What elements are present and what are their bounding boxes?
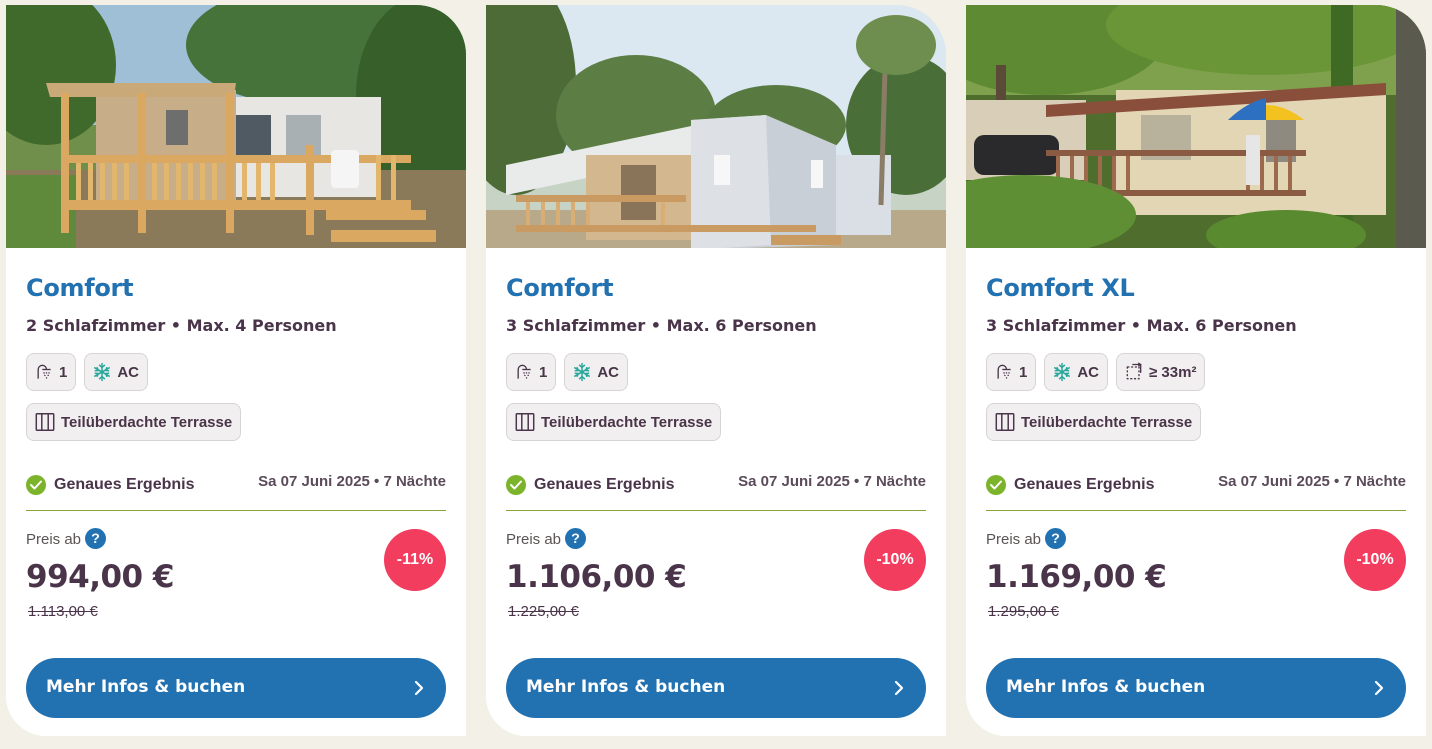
- amenity-chips: 1 AC: [26, 353, 149, 391]
- snowflake-icon: [572, 362, 592, 382]
- help-icon[interactable]: ?: [1045, 528, 1066, 549]
- accommodation-photo[interactable]: [486, 5, 946, 248]
- chip-label: Teilüberdachte Terrasse: [541, 413, 713, 431]
- ac-chip: AC: [564, 353, 629, 391]
- discount-badge: -10%: [864, 529, 926, 591]
- ac-chip: AC: [84, 353, 149, 391]
- exact-result-label: Genaues Ergebnis: [534, 476, 675, 493]
- chip-label: 1: [1019, 363, 1028, 381]
- price: 994,00 €: [26, 559, 175, 595]
- old-price: 1.113,00 €: [28, 603, 98, 620]
- chip-label: Teilüberdachte Terrasse: [1021, 413, 1193, 431]
- accommodation-photo[interactable]: [6, 5, 466, 248]
- snowflake-icon: [1052, 362, 1072, 382]
- amenity-chips: 1 AC ≥ 33m²: [986, 353, 1206, 391]
- chevron-right-icon: [414, 680, 424, 696]
- price-label: Preis ab: [26, 531, 82, 548]
- terrace-chip: Teilüberdachte Terrasse: [26, 403, 242, 441]
- exact-result-label: Genaues Ergebnis: [54, 476, 195, 493]
- bathroom-chip: 1: [986, 353, 1037, 391]
- chevron-right-icon: [894, 680, 904, 696]
- card-subtitle: 3 Schlafzimmer • Max. 6 Personen: [506, 316, 817, 335]
- terrace-icon: [34, 411, 56, 433]
- chip-label: 1: [59, 363, 68, 381]
- bathroom-chip: 1: [506, 353, 557, 391]
- offer-card[interactable]: Comfort 2 Schlafzimmer • Max. 4 Personen…: [6, 5, 466, 736]
- book-button-label: Mehr Infos & buchen: [1006, 677, 1206, 697]
- exact-result-label: Genaues Ergebnis: [1014, 476, 1155, 493]
- price: 1.106,00 €: [506, 559, 687, 595]
- book-button[interactable]: Mehr Infos & buchen: [26, 658, 446, 718]
- bathroom-chip: 1: [26, 353, 77, 391]
- discount-badge: -10%: [1344, 529, 1406, 591]
- chevron-right-icon: [1374, 680, 1384, 696]
- discount-badge: -11%: [384, 529, 446, 591]
- card-subtitle: 3 Schlafzimmer • Max. 6 Personen: [986, 316, 1297, 335]
- terrace-icon: [994, 411, 1016, 433]
- terrace-chip: Teilüberdachte Terrasse: [506, 403, 722, 441]
- price-label: Preis ab: [506, 531, 562, 548]
- check-icon: [506, 475, 526, 495]
- card-subtitle: 2 Schlafzimmer • Max. 4 Personen: [26, 316, 337, 335]
- chip-label: Teilüberdachte Terrasse: [61, 413, 233, 431]
- help-icon[interactable]: ?: [85, 528, 106, 549]
- check-icon: [26, 475, 46, 495]
- help-icon[interactable]: ?: [565, 528, 586, 549]
- result-row: Genaues Ergebnis Sa 07 Juni 2025 • 7 Näc…: [506, 470, 926, 511]
- book-button-label: Mehr Infos & buchen: [46, 677, 246, 697]
- card-title: Comfort: [506, 274, 614, 302]
- snowflake-icon: [92, 362, 112, 382]
- chip-label: AC: [117, 363, 140, 381]
- price: 1.169,00 €: [986, 559, 1167, 595]
- old-price: 1.295,00 €: [988, 603, 1059, 620]
- card-title: Comfort: [26, 274, 134, 302]
- result-row: Genaues Ergebnis Sa 07 Juni 2025 • 7 Näc…: [986, 470, 1406, 511]
- ac-chip: AC: [1044, 353, 1109, 391]
- chip-label: AC: [1077, 363, 1100, 381]
- offer-card[interactable]: Comfort XL 3 Schlafzimmer • Max. 6 Perso…: [966, 5, 1426, 736]
- terrace-icon: [514, 411, 536, 433]
- chip-label: AC: [597, 363, 620, 381]
- book-button[interactable]: Mehr Infos & buchen: [986, 658, 1406, 718]
- chip-label: 1: [539, 363, 548, 381]
- offer-card-list: Comfort 2 Schlafzimmer • Max. 4 Personen…: [0, 0, 1432, 749]
- area-icon: [1124, 362, 1144, 382]
- offer-card[interactable]: Comfort 3 Schlafzimmer • Max. 6 Personen…: [486, 5, 946, 736]
- terrace-chip: Teilüberdachte Terrasse: [986, 403, 1202, 441]
- surface-area-chip: ≥ 33m²: [1116, 353, 1206, 391]
- check-icon: [986, 475, 1006, 495]
- old-price: 1.225,00 €: [508, 603, 579, 620]
- book-button[interactable]: Mehr Infos & buchen: [506, 658, 926, 718]
- feature-chips: Teilüberdachte Terrasse: [506, 403, 722, 441]
- stay-date: Sa 07 Juni 2025 • 7 Nächte: [738, 473, 926, 490]
- price-label: Preis ab: [986, 531, 1042, 548]
- chip-label: ≥ 33m²: [1149, 363, 1197, 381]
- feature-chips: Teilüberdachte Terrasse: [26, 403, 242, 441]
- accommodation-photo[interactable]: [966, 5, 1426, 248]
- shower-icon: [514, 362, 534, 382]
- amenity-chips: 1 AC: [506, 353, 629, 391]
- stay-date: Sa 07 Juni 2025 • 7 Nächte: [258, 473, 446, 490]
- shower-icon: [34, 362, 54, 382]
- card-title: Comfort XL: [986, 274, 1135, 302]
- book-button-label: Mehr Infos & buchen: [526, 677, 726, 697]
- shower-icon: [994, 362, 1014, 382]
- result-row: Genaues Ergebnis Sa 07 Juni 2025 • 7 Näc…: [26, 470, 446, 511]
- stay-date: Sa 07 Juni 2025 • 7 Nächte: [1218, 473, 1406, 490]
- feature-chips: Teilüberdachte Terrasse: [986, 403, 1202, 441]
